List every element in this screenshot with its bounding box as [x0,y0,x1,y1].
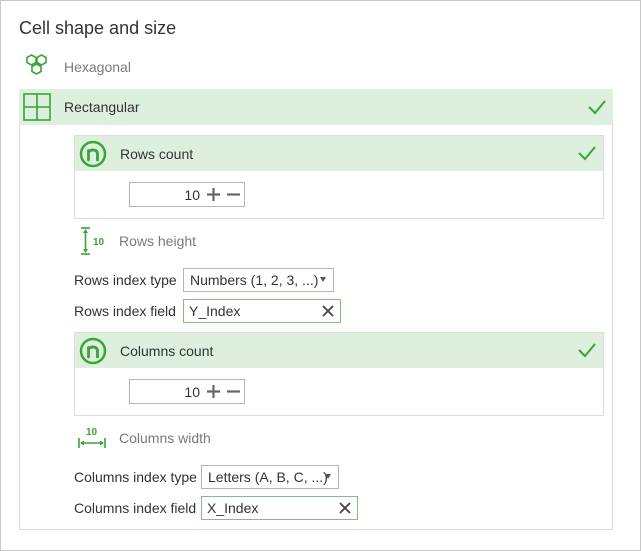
column-width-icon: 10 [74,420,110,456]
shape-option-rectangular[interactable]: Rectangular [19,89,613,125]
rows-index-field-input[interactable]: Y_Index [183,299,341,323]
minus-icon [226,390,240,393]
checkmark-icon [588,100,606,115]
numeric-n-icon [79,140,107,167]
section-title: Cell shape and size [19,18,177,38]
svg-text:10: 10 [86,427,98,438]
minus-icon [226,193,240,196]
rows-index-field-label: Rows index field [74,303,176,319]
shape-option-label: Rectangular [64,99,140,115]
rows-count-box: Rows count 10 [74,135,604,219]
columns-index-type-select[interactable]: Letters (A, B, C, ...) [201,465,339,489]
row-height-icon: 10 [74,223,110,259]
clear-icon[interactable] [339,502,351,514]
columns-count-label: Columns count [120,342,214,359]
rows-index-type-label: Rows index type [74,272,177,288]
columns-index-field-label: Columns index field [74,500,197,516]
svg-text:10: 10 [93,237,105,248]
columns-index-type-value: Letters (A, B, C, ...) [208,469,328,485]
rows-height-option[interactable]: 10 Rows height [74,223,196,259]
decrement-button[interactable] [224,185,242,205]
decrement-button[interactable] [224,382,242,402]
rows-index-type-value: Numbers (1, 2, 3, ...) [190,272,319,288]
hexagon-grid-icon [19,49,55,85]
checkmark-icon [578,146,596,161]
columns-count-box: Columns count 10 [74,332,604,416]
columns-count-value: 10 [184,383,200,400]
rows-count-stepper[interactable]: 10 [129,182,245,207]
numeric-n-icon [79,337,107,364]
rows-height-label: Rows height [119,233,197,249]
rows-count-value: 10 [184,186,200,203]
columns-count-stepper[interactable]: 10 [129,379,245,404]
plus-icon [206,188,220,201]
clear-icon[interactable] [322,305,334,317]
columns-width-option[interactable]: 10 Columns width [74,420,211,456]
rectangle-grid-icon [19,89,55,125]
dropdown-arrow-icon [325,474,331,479]
shape-option-hexagonal[interactable]: Hexagonal [19,49,613,85]
rows-index-field-value: Y_Index [189,303,241,319]
shape-option-label: Hexagonal [64,59,131,75]
rows-count-label: Rows count [120,145,194,162]
columns-index-field-value: X_Index [207,500,259,516]
columns-width-label: Columns width [119,430,211,446]
increment-button[interactable] [204,382,222,402]
rows-count-header[interactable]: Rows count [75,136,603,171]
columns-index-field-input[interactable]: X_Index [201,496,358,520]
rows-index-type-select[interactable]: Numbers (1, 2, 3, ...) [183,268,334,292]
dropdown-arrow-icon [320,277,326,282]
increment-button[interactable] [204,185,222,205]
columns-count-header[interactable]: Columns count [75,333,603,368]
checkmark-icon [578,343,596,358]
plus-icon [206,385,220,398]
columns-index-type-label: Columns index type [74,469,197,485]
